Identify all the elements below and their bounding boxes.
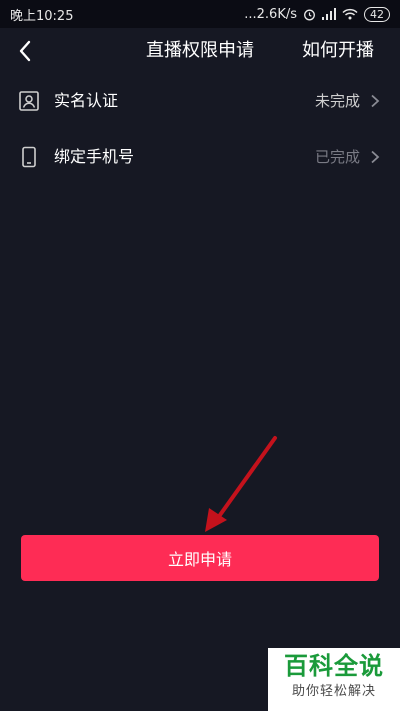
net-speed: ...2.6K/s	[244, 6, 297, 22]
annotation-arrow-icon	[205, 436, 277, 532]
requirement-label: 实名认证	[54, 91, 119, 110]
watermark-logo: 百科全说 助你轻松解决	[268, 648, 400, 711]
chevron-right-icon	[371, 150, 380, 164]
status-icons: ...2.6K/s 42	[244, 6, 390, 22]
requirement-real-name[interactable]: 实名认证 未完成	[0, 73, 400, 129]
id-card-icon	[19, 91, 39, 111]
phone-icon	[22, 146, 36, 168]
requirement-label: 绑定手机号	[54, 147, 135, 166]
watermark-sub: 助你轻松解决	[291, 684, 376, 699]
status-bar: 晚上10:25 ...2.6K/s 42	[0, 0, 400, 28]
wifi-icon	[342, 8, 358, 20]
watermark-main: 百科全说	[284, 652, 384, 680]
chevron-right-icon	[371, 94, 380, 108]
battery-icon: 42	[364, 6, 390, 22]
signal-icon	[322, 8, 336, 20]
status-time: 晚上10:25	[10, 8, 74, 24]
requirement-status: 未完成	[314, 92, 360, 110]
how-to-stream-link[interactable]: 如何开播	[302, 28, 374, 74]
apply-now-button[interactable]: 立即申请	[21, 535, 379, 581]
nav-bar: 直播权限申请 如何开播	[0, 28, 400, 74]
requirement-bind-phone[interactable]: 绑定手机号 已完成	[0, 129, 400, 185]
alarm-icon	[304, 9, 315, 20]
requirement-status: 已完成	[314, 148, 360, 166]
